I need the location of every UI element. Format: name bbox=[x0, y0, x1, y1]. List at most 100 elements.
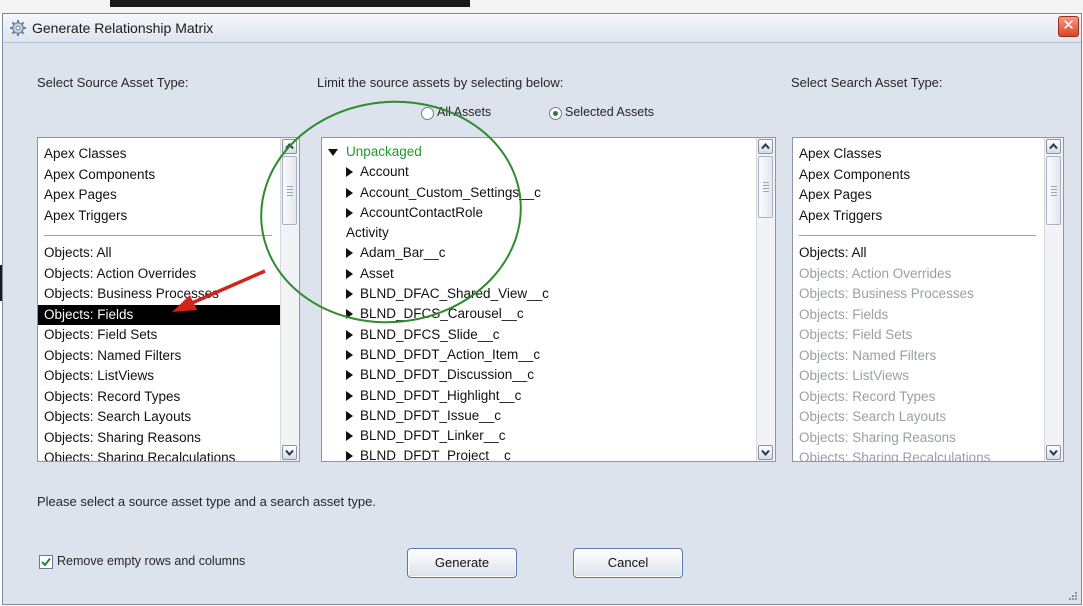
selected-assets-radio[interactable] bbox=[549, 107, 562, 120]
source-asset-type-list[interactable]: Apex Classes Apex Components Apex Pages Ape… bbox=[37, 137, 300, 462]
collapsed-triangle-icon bbox=[346, 167, 353, 178]
list-separator bbox=[799, 235, 1036, 236]
source-list-item[interactable]: Objects: Business Processes bbox=[38, 284, 280, 305]
source-list-item[interactable]: Apex Classes bbox=[38, 144, 280, 165]
source-list-item[interactable]: Objects: Action Overrides bbox=[38, 264, 280, 285]
tree-node[interactable]: BLND_DFDT_Project__c bbox=[322, 446, 756, 461]
search-list-item-disabled: Objects: Field Sets bbox=[799, 327, 913, 342]
tree-node[interactable]: Asset bbox=[322, 264, 756, 284]
scroll-up-button[interactable] bbox=[1046, 139, 1061, 154]
search-list-item-disabled: Objects: Sharing Recalculations bbox=[799, 450, 991, 462]
tree-node[interactable]: Account_Custom_Settings__c bbox=[322, 183, 756, 203]
source-asset-type-label: Select Source Asset Type: bbox=[37, 75, 189, 90]
source-list-item[interactable]: Apex Triggers bbox=[38, 206, 280, 227]
tree-node-root[interactable]: Unpackaged bbox=[322, 142, 756, 162]
remove-empty-label: Remove empty rows and columns bbox=[57, 554, 246, 568]
tree-node[interactable]: Activity bbox=[322, 223, 756, 243]
source-list-item[interactable]: Apex Components bbox=[38, 165, 280, 186]
checkmark-icon bbox=[41, 557, 51, 567]
tree-node-label: BLND_DFDT_Discussion__c bbox=[360, 367, 535, 383]
source-list-item-selected[interactable]: Objects: Fields bbox=[38, 304, 280, 325]
tree-node-label: Unpackaged bbox=[346, 144, 422, 159]
generate-relationship-matrix-dialog: Generate Relationship Matrix ✕ Select So… bbox=[2, 13, 1082, 605]
scroll-down-button[interactable] bbox=[282, 445, 297, 460]
cancel-button[interactable]: Cancel bbox=[573, 548, 683, 578]
source-list-item[interactable]: Objects: Sharing Recalculations bbox=[38, 448, 280, 461]
tree-node[interactable]: Adam_Bar__c bbox=[322, 243, 756, 263]
tree-node-label: BLND_DFAC_Shared_View__c bbox=[360, 286, 549, 302]
collapsed-triangle-icon bbox=[346, 329, 353, 340]
tree-scrollbar[interactable] bbox=[756, 138, 775, 461]
tree-node[interactable]: BLND_DFCS_Carousel__c bbox=[322, 304, 756, 324]
search-list-scrollbar[interactable] bbox=[1044, 138, 1063, 461]
limit-source-assets-label: Limit the source assets by selecting bel… bbox=[317, 75, 564, 90]
source-list-item[interactable]: Objects: ListViews bbox=[38, 366, 280, 387]
source-list-item[interactable]: Apex Pages bbox=[38, 185, 280, 206]
tree-node[interactable]: AccountContactRole bbox=[322, 203, 756, 223]
search-list-item[interactable]: Objects: All bbox=[793, 243, 1044, 264]
collapsed-triangle-icon bbox=[346, 451, 353, 461]
expanded-triangle-icon bbox=[328, 149, 338, 156]
source-list-item[interactable]: Objects: Named Filters bbox=[38, 346, 280, 367]
scroll-up-button[interactable] bbox=[282, 139, 297, 154]
search-asset-type-list[interactable]: Apex Classes Apex Components Apex Pages Ape… bbox=[792, 137, 1064, 462]
scroll-thumb[interactable] bbox=[1046, 156, 1061, 225]
search-list-item-disabled: Objects: ListViews bbox=[799, 368, 910, 383]
collapsed-triangle-icon bbox=[346, 187, 353, 198]
tree-node[interactable]: BLND_DFDT_Discussion__c bbox=[322, 365, 756, 385]
tree-node[interactable]: BLND_DFDT_Highlight__c bbox=[322, 386, 756, 406]
collapsed-triangle-icon bbox=[346, 349, 353, 360]
search-list-item-disabled: Objects: Fields bbox=[799, 306, 889, 322]
tree-node-label: Account_Custom_Settings__c bbox=[360, 184, 541, 200]
list-separator bbox=[44, 235, 272, 236]
remove-empty-checkbox[interactable] bbox=[39, 555, 53, 569]
scroll-thumb[interactable] bbox=[282, 156, 297, 225]
tree-node[interactable]: Account bbox=[322, 162, 756, 182]
search-list-item[interactable]: Apex Components bbox=[793, 165, 1044, 186]
source-list-item[interactable]: Objects: Field Sets bbox=[38, 325, 280, 346]
all-assets-label: All Assets bbox=[437, 105, 492, 119]
scroll-up-button[interactable] bbox=[758, 139, 773, 154]
search-list-item-disabled: Objects: Business Processes bbox=[799, 286, 974, 301]
collapsed-triangle-icon bbox=[346, 431, 353, 442]
tree-node-label: AccountContactRole bbox=[360, 204, 484, 220]
collapsed-triangle-icon bbox=[346, 268, 353, 279]
source-list-item[interactable]: Objects: All bbox=[38, 243, 280, 264]
search-list-item[interactable]: Apex Pages bbox=[793, 185, 1044, 206]
search-list-item[interactable]: Apex Classes bbox=[793, 144, 1044, 165]
generate-button[interactable]: Generate bbox=[407, 548, 517, 578]
source-list-scrollbar[interactable] bbox=[280, 138, 299, 461]
gear-icon bbox=[9, 19, 27, 37]
search-list-item[interactable]: Apex Triggers bbox=[793, 206, 1044, 227]
tree-node-label: Asset bbox=[360, 265, 394, 281]
tree-node[interactable]: BLND_DFAC_Shared_View__c bbox=[322, 284, 756, 304]
title-bar: Generate Relationship Matrix ✕ bbox=[3, 14, 1081, 43]
close-button[interactable]: ✕ bbox=[1058, 16, 1079, 37]
tree-node[interactable]: BLND_DFCS_Slide__c bbox=[322, 325, 756, 345]
search-list-item-disabled: Objects: Named Filters bbox=[799, 347, 937, 363]
source-list-item[interactable]: Objects: Record Types bbox=[38, 387, 280, 408]
dialog-title: Generate Relationship Matrix bbox=[32, 20, 214, 36]
scroll-down-button[interactable] bbox=[1046, 445, 1061, 460]
tree-node[interactable]: BLND_DFDT_Linker__c bbox=[322, 426, 756, 446]
resize-grip-icon[interactable] bbox=[1068, 591, 1078, 601]
all-assets-radio[interactable] bbox=[421, 107, 434, 120]
tree-node-label: BLND_DFDT_Highlight__c bbox=[360, 387, 522, 403]
scroll-down-button[interactable] bbox=[758, 445, 773, 460]
search-list-item-disabled: Objects: Search Layouts bbox=[799, 409, 947, 424]
tree-node-label: BLND_DFDT_Linker__c bbox=[360, 428, 506, 444]
search-asset-type-label: Select Search Asset Type: bbox=[791, 75, 943, 90]
collapsed-triangle-icon bbox=[346, 207, 353, 218]
search-list-item-disabled: Objects: Sharing Reasons bbox=[799, 429, 956, 445]
tree-node[interactable]: BLND_DFDT_Action_Item__c bbox=[322, 345, 756, 365]
tree-node[interactable]: BLND_DFDT_Issue__c bbox=[322, 406, 756, 426]
source-assets-tree[interactable]: Unpackaged Account Account_Custom_Settings… bbox=[321, 137, 776, 462]
tree-node-label: Account bbox=[360, 164, 409, 180]
tree-node-label: Activity bbox=[346, 225, 389, 241]
scroll-thumb[interactable] bbox=[758, 156, 773, 218]
collapsed-triangle-icon bbox=[346, 248, 353, 259]
tree-node-label: BLND_DFDT_Action_Item__c bbox=[360, 346, 541, 362]
collapsed-triangle-icon bbox=[346, 309, 353, 320]
source-list-item[interactable]: Objects: Search Layouts bbox=[38, 407, 280, 428]
source-list-item[interactable]: Objects: Sharing Reasons bbox=[38, 428, 280, 449]
